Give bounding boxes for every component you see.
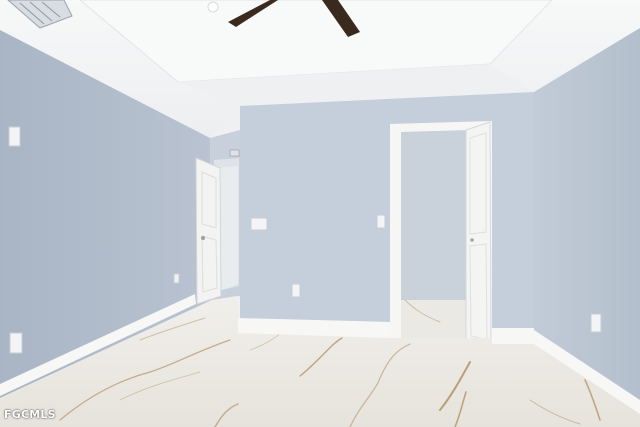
outlet-back xyxy=(291,283,301,298)
outlet-right xyxy=(590,313,602,333)
room-photo: FGCMLS xyxy=(0,0,640,427)
light-switch-back xyxy=(376,214,386,229)
light-switch-left xyxy=(8,126,21,147)
hallway-vent xyxy=(229,149,240,157)
closet-interior xyxy=(401,130,470,300)
recessed-light xyxy=(207,1,219,13)
door-knob xyxy=(201,236,205,240)
room-illustration xyxy=(0,0,640,427)
outlet-left xyxy=(9,332,23,354)
outlet-left-small xyxy=(173,273,180,284)
watermark-logo: FGCMLS xyxy=(4,408,56,421)
thermostat-plate xyxy=(250,217,268,231)
